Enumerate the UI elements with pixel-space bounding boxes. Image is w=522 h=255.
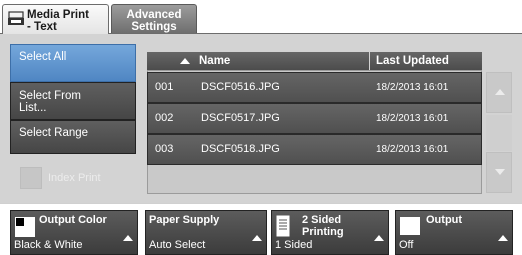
file-number: 003 (155, 143, 174, 155)
output-color-button[interactable]: Output Color Black & White (10, 210, 138, 255)
button-label-line2: List... (19, 102, 47, 114)
arrow-up-icon (374, 235, 384, 241)
file-number: 002 (155, 112, 174, 124)
index-print-toggle[interactable]: Index Print (20, 167, 130, 190)
two-sided-page-icon (276, 215, 290, 237)
tab-advanced-settings[interactable]: Advanced Settings (111, 4, 197, 34)
arrow-up-icon (498, 235, 508, 241)
tab-label-line1: Media Print (27, 9, 89, 21)
index-print-label: Index Print (48, 172, 101, 184)
arrow-up-icon (252, 235, 262, 241)
two-sided-printing-button[interactable]: 2 Sided Printing 1 Sided (271, 210, 389, 255)
button-label-line1: Select From (19, 90, 81, 102)
column-header-label: Last Updated (376, 55, 449, 67)
tab-label-line1: Advanced (126, 9, 182, 21)
file-row[interactable]: 001 DSCF0516.JPG 18/2/2013 16:01 (147, 72, 482, 103)
arrow-down-icon (495, 169, 505, 175)
scroll-up-button[interactable] (486, 72, 512, 113)
two-sided-value: 1 Sided (275, 239, 313, 251)
two-sided-label: 2 Sided Printing (302, 214, 344, 238)
output-color-value: Black & White (14, 239, 83, 251)
file-updated: 18/2/2013 16:01 (376, 113, 449, 124)
output-icon (400, 217, 420, 235)
scroll-track[interactable] (486, 115, 512, 151)
file-name: DSCF0517.JPG (201, 112, 280, 124)
file-updated: 18/2/2013 16:01 (376, 82, 449, 93)
two-sided-label-line1: 2 Sided (302, 214, 342, 226)
file-name: DSCF0518.JPG (201, 143, 280, 155)
arrow-up-icon (495, 89, 505, 95)
file-number: 001 (155, 81, 174, 93)
paper-supply-button[interactable]: Paper Supply Auto Select (145, 210, 267, 255)
sort-ascending-icon (180, 58, 190, 64)
arrow-up-icon (123, 235, 133, 241)
output-color-icon (15, 217, 35, 237)
output-label: Output (426, 214, 463, 226)
column-header-name[interactable]: Name (193, 52, 369, 70)
output-value: Off (399, 239, 414, 251)
paper-supply-value: Auto Select (149, 239, 206, 251)
button-label: Select Range (19, 127, 89, 139)
column-header-label: Name (199, 55, 231, 67)
select-all-button[interactable]: Select All (10, 44, 136, 82)
column-header-last-updated[interactable]: Last Updated (370, 52, 482, 70)
scroll-down-button[interactable] (486, 152, 512, 193)
media-print-icon (8, 11, 24, 25)
button-label: Select All (19, 51, 67, 63)
tab-label-line2: - Text (27, 21, 57, 33)
file-row[interactable]: 002 DSCF0517.JPG 18/2/2013 16:01 (147, 103, 482, 134)
tab-media-print-text[interactable]: Media Print - Text (2, 4, 109, 34)
file-row[interactable]: 003 DSCF0518.JPG 18/2/2013 16:01 (147, 134, 482, 165)
output-button[interactable]: Output Off (395, 210, 513, 255)
tab-label-line2: Settings (131, 21, 177, 33)
paper-supply-label: Paper Supply (149, 214, 220, 226)
file-updated: 18/2/2013 16:01 (376, 144, 449, 155)
two-sided-label-line2: Printing (302, 226, 344, 238)
output-color-label: Output Color (39, 214, 107, 226)
select-from-list-button[interactable]: Select From List... (10, 82, 136, 120)
select-range-button[interactable]: Select Range (10, 120, 136, 154)
file-name: DSCF0516.JPG (201, 81, 280, 93)
index-print-checkbox[interactable] (20, 167, 42, 190)
